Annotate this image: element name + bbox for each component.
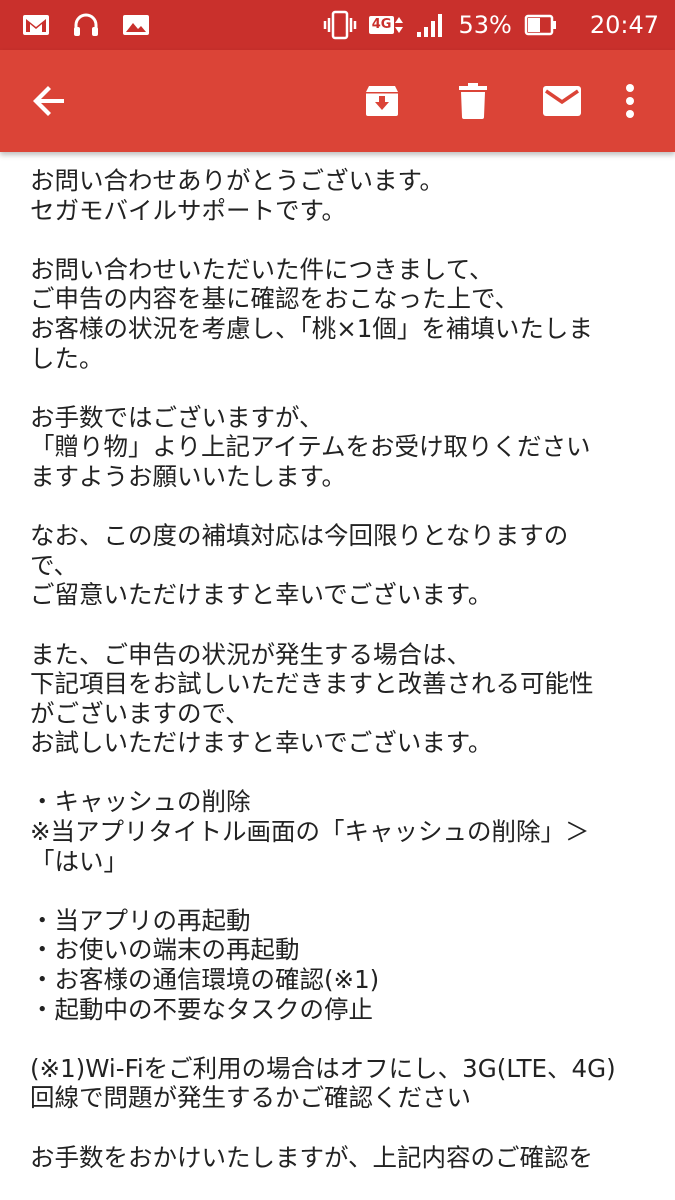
email-line bbox=[30, 876, 640, 906]
email-line bbox=[30, 758, 640, 788]
email-line: 「はい」 bbox=[30, 846, 128, 876]
email-line: 下記項目をお試しいただきますと改善される可能性 bbox=[30, 669, 594, 699]
email-line: お問い合わせありがとうございます。 bbox=[30, 166, 445, 195]
email-line: ・キャッシュの削除 bbox=[30, 787, 251, 817]
mark-unread-button[interactable] bbox=[530, 50, 594, 152]
email-line bbox=[30, 373, 640, 403]
email-line: ・お使いの端末の再起動 bbox=[30, 935, 300, 965]
battery-icon bbox=[524, 12, 558, 38]
email-line: (※1)Wi-Fiをご利用の場合はオフにし、3G(LTE、4G) bbox=[30, 1053, 616, 1083]
more-options-button[interactable] bbox=[598, 50, 662, 152]
gmail-icon bbox=[22, 14, 50, 36]
status-bar: 4G 53% 20:47 bbox=[0, 0, 675, 50]
back-arrow-icon bbox=[33, 86, 64, 116]
gallery-icon bbox=[122, 14, 150, 36]
app-bar bbox=[0, 50, 675, 152]
vibrate-icon bbox=[323, 10, 357, 40]
email-line: お手数をおかけいたしますが、上記内容のご確認を bbox=[30, 1142, 594, 1172]
email-line: ますようお願いいたします。 bbox=[30, 461, 347, 491]
mail-icon bbox=[543, 86, 581, 116]
archive-icon bbox=[366, 86, 398, 116]
email-line bbox=[30, 1113, 640, 1143]
clock: 20:47 bbox=[589, 11, 659, 39]
headphones-icon bbox=[72, 12, 100, 38]
email-line: ・当アプリの再起動 bbox=[30, 905, 251, 935]
email-line: セガモバイルサポートです。 bbox=[30, 195, 347, 225]
email-line bbox=[30, 1024, 640, 1054]
signal-icon bbox=[416, 12, 446, 38]
delete-icon bbox=[459, 83, 487, 119]
email-line: した。 bbox=[30, 343, 104, 373]
email-line: ・起動中の不要なタスクの停止 bbox=[30, 994, 373, 1024]
email-line: で、 bbox=[30, 550, 79, 580]
email-line bbox=[30, 492, 640, 522]
email-line: お試しいただけますと幸いでございます。 bbox=[30, 728, 493, 758]
archive-button[interactable] bbox=[350, 50, 414, 152]
email-line: また、ご申告の状況が発生する場合は、 bbox=[30, 639, 471, 669]
delete-button[interactable] bbox=[441, 50, 505, 152]
email-line: ※当アプリタイトル画面の「キャッシュの削除」＞ bbox=[30, 817, 590, 847]
email-line: 回線で問題が発生するかご確認ください bbox=[30, 1083, 471, 1113]
more-vert-icon bbox=[626, 84, 634, 118]
network-label: 4G bbox=[368, 16, 395, 34]
email-line bbox=[30, 610, 640, 640]
email-line: がございますので、 bbox=[30, 698, 250, 728]
email-line: お手数ではございますが、 bbox=[30, 402, 324, 432]
email-line: お客様の状況を考慮し、「桃×1個」を補填いたしま bbox=[30, 313, 593, 343]
email-line: お問い合わせいただいた件につきまして、 bbox=[30, 254, 494, 284]
email-line: ご申告の内容を基に確認をおこなった上で、 bbox=[30, 284, 520, 314]
email-line: なお、この度の補填対応は今回限りとなりますの bbox=[30, 521, 569, 551]
email-line: ・お客様の通信環境の確認(※1) bbox=[30, 965, 380, 995]
network-type: 4G bbox=[368, 14, 405, 36]
email-line: ご留意いただけますと幸いでございます。 bbox=[30, 580, 493, 610]
data-activity-icon bbox=[395, 17, 404, 33]
email-line bbox=[30, 225, 640, 255]
email-body: お問い合わせありがとうございます。 セガモバイルサポートです。お問い合わせいただい… bbox=[30, 166, 640, 1172]
back-button[interactable] bbox=[18, 50, 82, 152]
email-line: 「贈り物」より上記アイテムをお受け取りください bbox=[30, 432, 591, 462]
battery-percent: 53% bbox=[458, 11, 512, 39]
